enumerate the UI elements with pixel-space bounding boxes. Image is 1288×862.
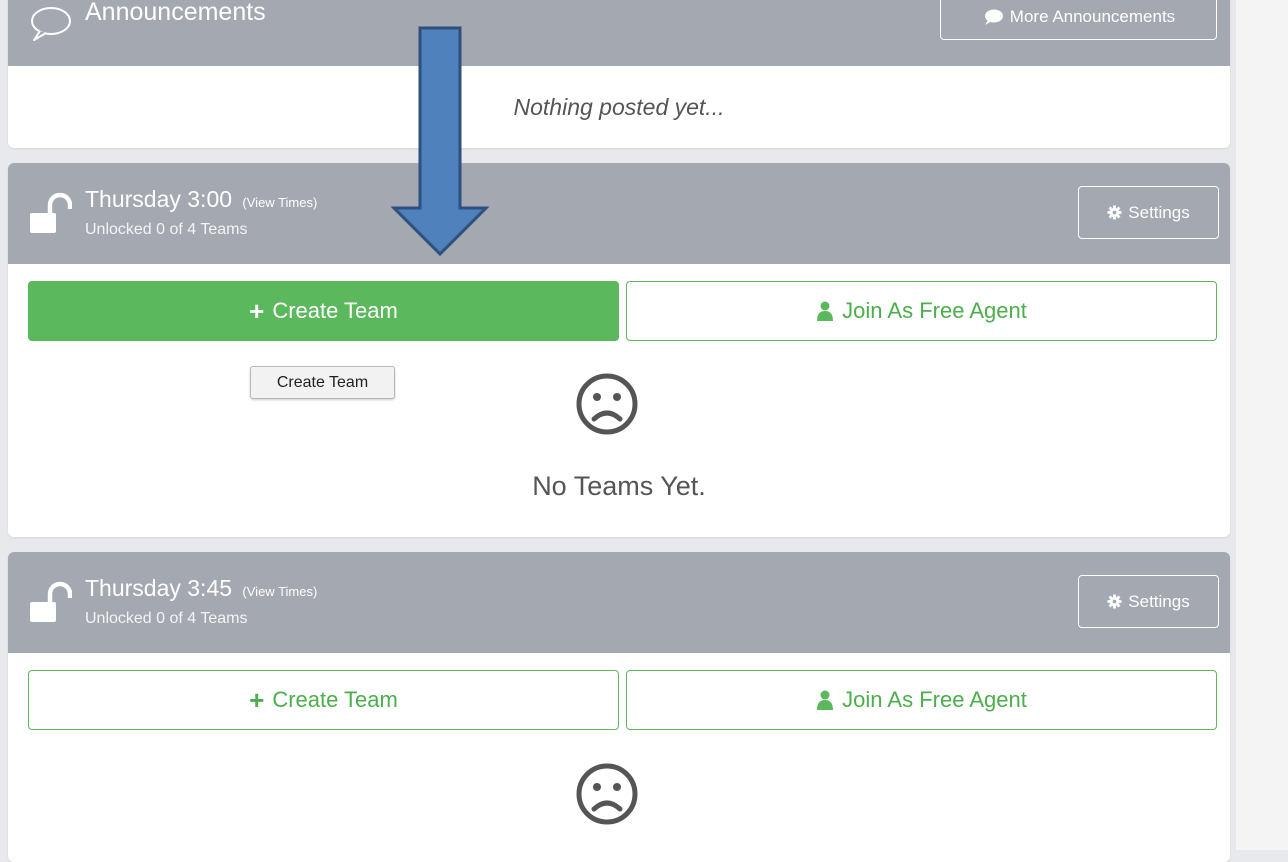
create-team-label: Create Team: [272, 687, 398, 712]
announcements-empty-text: Nothing posted yet...: [513, 93, 725, 120]
down-arrow-icon: [390, 26, 490, 256]
user-icon: [817, 690, 834, 710]
unlock-icon: [30, 581, 72, 622]
create-team-label: Create Team: [272, 298, 398, 323]
right-sidebar: [1236, 0, 1288, 850]
time-slot-subtitle: Unlocked 0 of 4 Teams: [85, 610, 248, 627]
settings-label: Settings: [1128, 202, 1190, 222]
time-slot-panel: Thursday 3:00 (View Times) Unlocked 0 of…: [8, 163, 1230, 537]
more-announcements-button[interactable]: More Announcements: [940, 0, 1217, 40]
time-slot-time: Thursday 3:00: [85, 186, 233, 212]
plus-icon: +: [249, 685, 265, 715]
view-times-link[interactable]: (View Times): [242, 195, 317, 210]
time-slot-title: Thursday 3:00 (View Times): [85, 186, 317, 213]
time-slot-header: Thursday 3:00 (View Times) Unlocked 0 of…: [8, 163, 1230, 264]
sad-face-icon: [576, 763, 638, 825]
join-free-agent-label: Join As Free Agent: [842, 687, 1027, 712]
join-free-agent-button[interactable]: Join As Free Agent: [626, 670, 1217, 730]
time-slot-panel: Thursday 3:45 (View Times) Unlocked 0 of…: [8, 552, 1230, 862]
create-team-button[interactable]: + Create Team: [28, 281, 619, 341]
more-announcements-label: More Announcements: [1009, 7, 1176, 26]
plus-icon: +: [249, 296, 265, 326]
speech-bubble-icon: [31, 7, 71, 41]
time-slot-time: Thursday 3:45: [85, 575, 233, 601]
comment-icon: [984, 9, 1003, 25]
time-slot-header: Thursday 3:45 (View Times) Unlocked 0 of…: [8, 552, 1230, 653]
announcements-panel: Announcements More Announcements Nothing…: [8, 0, 1230, 148]
join-free-agent-label: Join As Free Agent: [842, 298, 1027, 323]
action-row: + Create Team Join As Free Agent: [28, 281, 1218, 341]
announcements-title: Announcements: [85, 0, 266, 26]
view-times-link[interactable]: (View Times): [242, 584, 317, 599]
user-icon: [817, 301, 834, 321]
settings-label: Settings: [1128, 591, 1190, 611]
sad-face-icon: [576, 373, 638, 435]
time-slot-subtitle: Unlocked 0 of 4 Teams: [85, 221, 248, 238]
announcements-header: Announcements More Announcements: [8, 0, 1230, 66]
create-team-button[interactable]: + Create Team: [28, 670, 619, 730]
gear-icon: [1107, 594, 1122, 609]
join-free-agent-button[interactable]: Join As Free Agent: [626, 281, 1217, 341]
create-team-tooltip: Create Team: [250, 366, 395, 399]
action-row: + Create Team Join As Free Agent: [28, 670, 1218, 730]
unlock-icon: [30, 192, 72, 233]
no-teams-text: No Teams Yet.: [532, 471, 706, 501]
settings-button[interactable]: Settings: [1078, 186, 1219, 239]
gear-icon: [1107, 205, 1122, 220]
settings-button[interactable]: Settings: [1078, 575, 1219, 628]
time-slot-title: Thursday 3:45 (View Times): [85, 575, 317, 602]
